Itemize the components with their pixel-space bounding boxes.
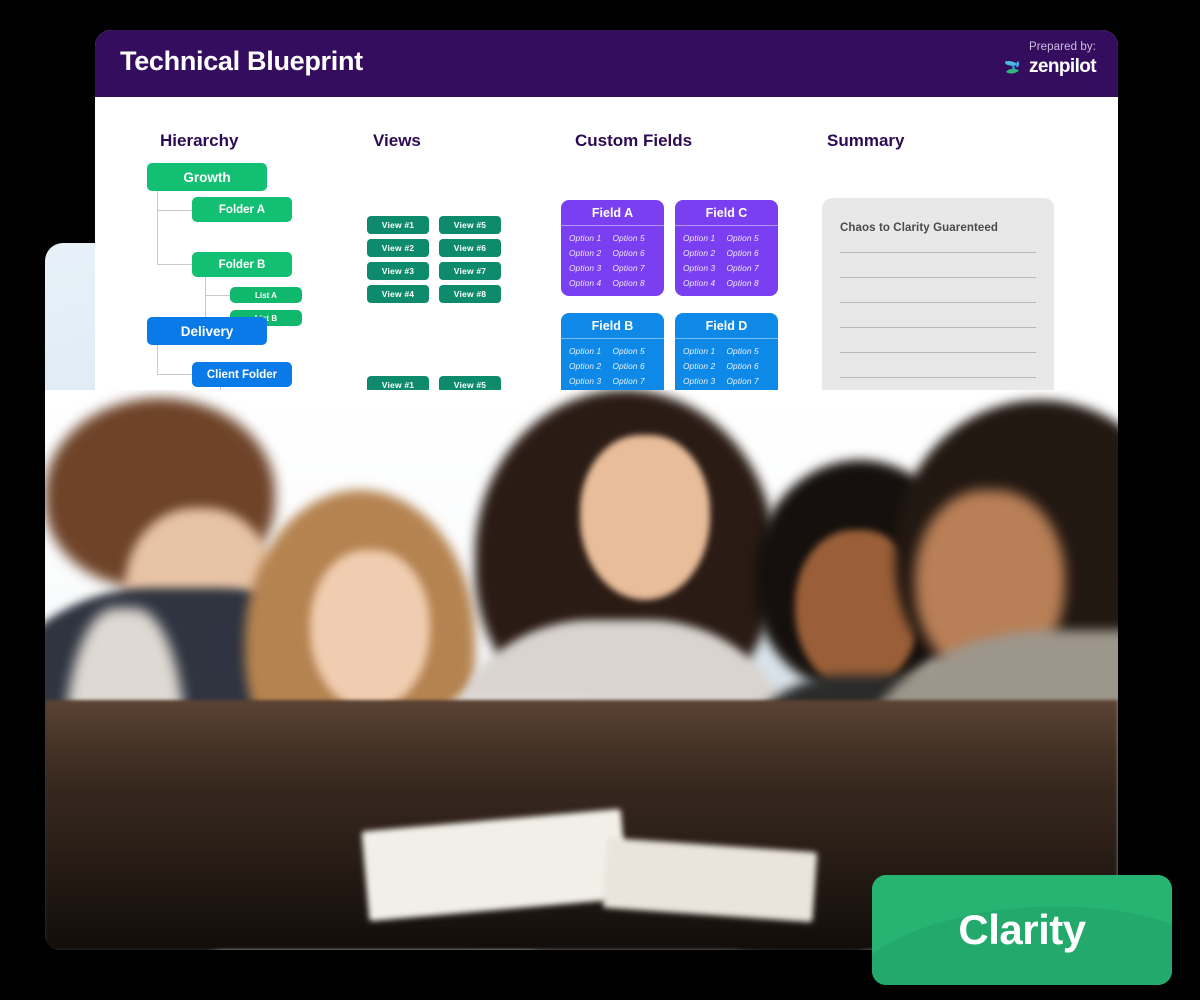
option: Option 5 [612,233,645,243]
option: Option 5 [726,233,759,243]
brand-name: zenpilot [1029,56,1097,77]
card-header: Technical Blueprint Prepared by: zenpilo… [95,30,1118,97]
photo-scene [45,390,1118,950]
screenshot-stage: Technical Blueprint Prepared by: zenpilo… [0,0,1200,1000]
paper-document [602,837,818,923]
hierarchy-node-growth[interactable]: Growth [147,163,267,191]
custom-field-name: Field C [675,200,778,226]
summary-title: Summary [827,131,905,150]
custom-field-name: Field A [561,200,664,226]
prepared-by-block: Prepared by: zenpilot [1003,41,1097,78]
tree-connector [157,210,192,211]
photo-visible-region [45,390,1118,950]
page-title: Technical Blueprint [120,46,363,76]
option: Option 1 [569,233,602,243]
brand-logo: zenpilot [1003,56,1097,78]
view-chip[interactable]: View #1 [367,216,429,234]
zenpilot-butterfly-icon [1005,60,1020,74]
hierarchy-title: Hierarchy [160,131,239,150]
view-chip[interactable]: View #5 [439,216,501,234]
views-title: Views [373,131,421,150]
option: Option 1 [683,233,716,243]
summary-note: Chaos to Clarity Guarenteed [840,222,998,234]
hierarchy-node-folder-a[interactable]: Folder A [192,197,292,222]
team-meeting-photo [45,243,1118,950]
badge-label: Clarity [958,906,1086,953]
prepared-by-label: Prepared by: [1028,41,1096,53]
custom-fields-title: Custom Fields [575,131,693,150]
clarity-badge[interactable]: Clarity [872,875,1172,985]
